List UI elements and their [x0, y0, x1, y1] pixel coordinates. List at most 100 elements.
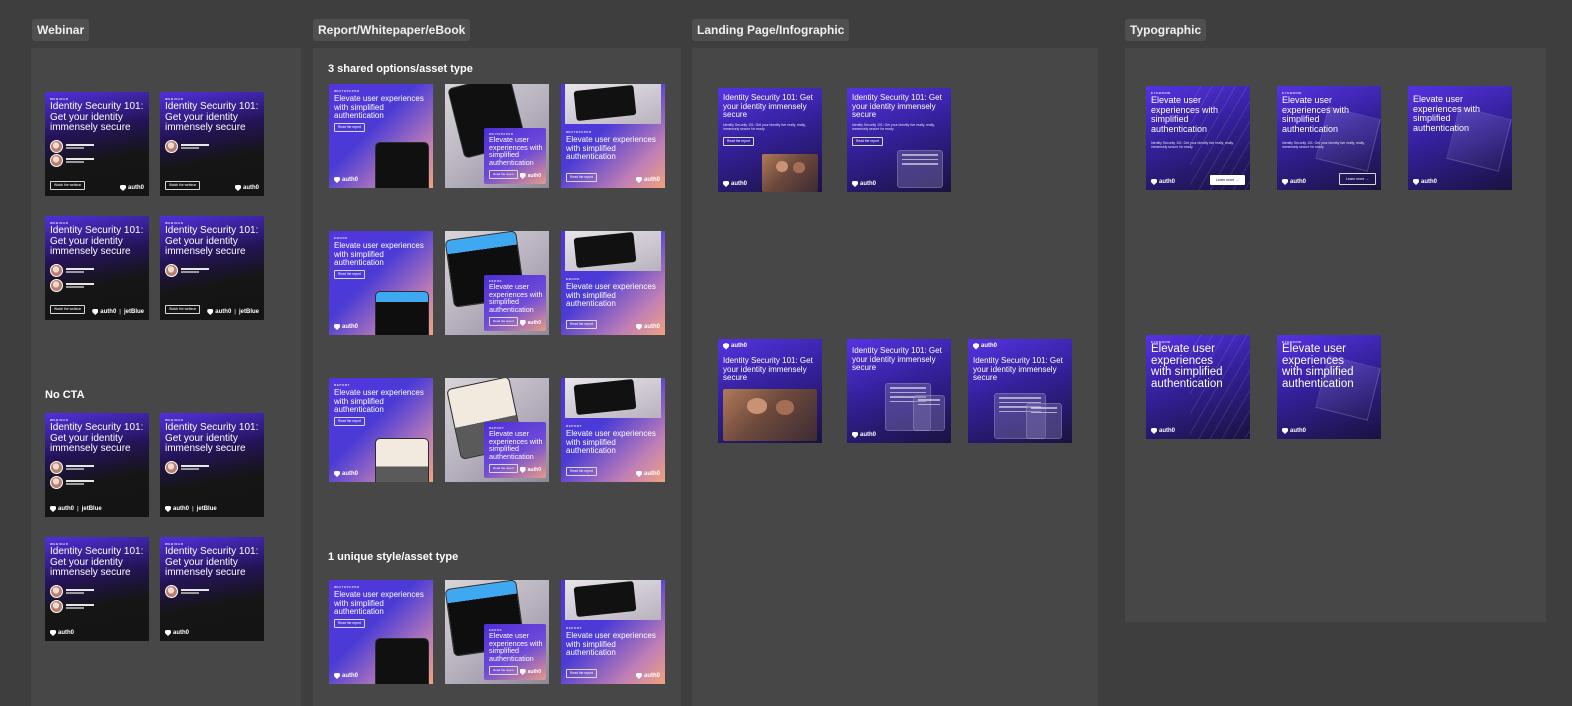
section-label-webinar[interactable]: Webinar — [32, 19, 90, 41]
cta-button[interactable]: Read the report — [566, 173, 597, 182]
ad-body-text: Identity Security 101: Get your identity… — [1151, 141, 1234, 150]
landing-ad-ui-cta[interactable]: Identity Security 101: Get your identity… — [847, 88, 951, 192]
landing-ad-photo-cta[interactable]: Identity Security 101: Get your identity… — [718, 88, 822, 192]
unique-style-heading: 1 unique style/asset type — [328, 551, 459, 563]
shield-icon — [119, 184, 126, 191]
section-label-report[interactable]: Report/Whitepaper/eBook — [313, 19, 471, 41]
avatar — [50, 154, 63, 167]
auth0-logo: auth0 — [50, 629, 74, 636]
webinar-ad-no-cta-one[interactable]: WEBINAR Identity Security 101: Get your … — [160, 537, 264, 641]
report-ad-gradient[interactable]: REPORT Elevate user experiences with sim… — [329, 378, 433, 482]
unique-ebook-ad[interactable]: EBOOK Elevate user experiences with simp… — [445, 580, 549, 684]
ad-eyebrow: WHITEPAPER — [334, 585, 360, 589]
speaker-1 — [165, 585, 209, 598]
ad-headline: Identity Security 101: Get your identity… — [852, 346, 942, 373]
cta-button[interactable]: Watch the webinar — [165, 181, 201, 190]
device-photo — [565, 84, 661, 124]
ad-headline: Elevate user experiences with simplified… — [334, 94, 424, 121]
cobrand-logos: auth0 | jetBlue — [165, 505, 217, 512]
webinar-ad-no-cta-cobrand-one[interactable]: WEBINAR Identity Security 101: Get your … — [160, 413, 264, 517]
typographic-ad-body-white-cta[interactable]: EYEBROW Elevate user experiences with si… — [1146, 86, 1250, 190]
report-ad-photo[interactable]: REPORT Elevate user experiences with sim… — [445, 378, 549, 482]
cta-button[interactable]: Read the report — [489, 464, 518, 473]
landing-ad-photo[interactable]: auth0 Identity Security 101: Get your id… — [718, 339, 822, 443]
webinar-ad-cobrand-two-speakers[interactable]: WEBINAR Identity Security 101: Get your … — [45, 216, 149, 320]
ebook-ad-photo[interactable]: EBOOK Elevate user experiences with simp… — [445, 231, 549, 335]
whitepaper-ad-gradient[interactable]: WHITEPAPER Elevate user experiences with… — [329, 84, 433, 188]
speaker-1 — [50, 264, 94, 277]
cta-button[interactable]: Read the report — [334, 123, 365, 132]
typographic-ad-large-glass[interactable]: EYEBROW Elevate user experiences with si… — [1277, 335, 1381, 439]
cta-button[interactable]: Read the report — [334, 417, 365, 426]
avatar — [50, 140, 63, 153]
auth0-logo: auth0 — [519, 668, 541, 675]
unique-whitepaper-ad[interactable]: WHITEPAPER Elevate user experiences with… — [329, 580, 433, 684]
cta-button[interactable]: Read the report — [489, 317, 518, 326]
cta-button[interactable]: Read the report — [566, 467, 597, 476]
section-label-landing[interactable]: Landing Page/Infographic — [692, 19, 850, 41]
auth0-logo: auth0 — [334, 672, 358, 679]
cta-button[interactable]: Read the report — [334, 270, 365, 279]
ad-headline: Elevate user experiences with simplified… — [489, 631, 543, 663]
ui-mockup-secondary — [913, 395, 945, 431]
ui-mockup — [897, 150, 943, 188]
ebook-ad-gradient[interactable]: EBOOK Elevate user experiences with simp… — [329, 231, 433, 335]
auth0-logo: auth0 — [519, 319, 541, 326]
partner-logo: jetBlue — [81, 505, 102, 512]
auth0-logo: auth0 — [334, 470, 358, 477]
cta-button[interactable]: Read the report — [566, 669, 597, 678]
ad-headline: Elevate user experiences with simplified… — [489, 282, 543, 314]
shield-icon — [165, 505, 171, 512]
cta-button[interactable]: Watch the webinar — [50, 181, 86, 190]
cta-button[interactable]: Read the report — [489, 666, 518, 675]
ad-eyebrow: REPORT — [566, 424, 583, 428]
typographic-ad-large-stripes[interactable]: EYEBROW Elevate user experiences with si… — [1146, 335, 1250, 439]
landing-ad-ui-right[interactable]: auth0 Identity Security 101: Get your id… — [968, 339, 1072, 443]
webinar-ad-two-speakers[interactable]: WEBINAR Identity Security 101: Get your … — [45, 92, 149, 196]
shield-icon — [519, 172, 526, 179]
report-ad-split[interactable]: REPORT Elevate user experiences with sim… — [561, 378, 665, 482]
webinar-ad-no-cta-two[interactable]: WEBINAR Identity Security 101: Get your … — [45, 537, 149, 641]
shield-icon — [1413, 178, 1419, 185]
cta-button[interactable]: Read the report — [566, 320, 597, 329]
ebook-ad-split[interactable]: EBOOK Elevate user experiences with simp… — [561, 231, 665, 335]
ad-headline: Elevate user experiences with simplified… — [1151, 95, 1219, 134]
auth0-logo: auth0 — [119, 184, 144, 191]
auth0-logo: auth0 — [1413, 178, 1437, 185]
ad-headline: Identity Security 101: Get your identity… — [165, 422, 259, 454]
webinar-ad-cobrand-one-speaker[interactable]: WEBINAR Identity Security 101: Get your … — [160, 216, 264, 320]
ad-headline: Identity Security 101: Get your identity… — [50, 225, 144, 257]
webinar-ad-no-cta-cobrand-two[interactable]: WEBINAR Identity Security 101: Get your … — [45, 413, 149, 517]
whitepaper-ad-split[interactable]: WHITEPAPER Elevate user experiences with… — [561, 84, 665, 188]
auth0-logo: auth0 — [1151, 427, 1175, 434]
landing-ad-ui-left[interactable]: Identity Security 101: Get your identity… — [847, 339, 951, 443]
cta-button[interactable]: Read the report — [723, 137, 754, 146]
cta-button[interactable]: Read the report — [489, 170, 518, 179]
auth0-logo: auth0 — [852, 180, 876, 187]
ebook-cover-mockup — [375, 291, 429, 335]
typographic-ad-headline-only[interactable]: Elevate user experiences with simplified… — [1408, 86, 1512, 190]
tablet-mockup — [375, 142, 429, 188]
learn-more-button[interactable]: Learn more → — [1339, 173, 1376, 185]
cta-button[interactable]: Read the report — [852, 137, 883, 146]
cobrand-logos: auth0 | jetBlue — [207, 308, 259, 315]
typographic-ad-body-outline-cta[interactable]: EYEBROW Elevate user experiences with si… — [1277, 86, 1381, 190]
whitepaper-ad-photo[interactable]: WHITEPAPER Elevate user experiences with… — [445, 84, 549, 188]
shield-icon — [1151, 427, 1157, 434]
webinar-ad-one-speaker[interactable]: WEBINAR Identity Security 101: Get your … — [160, 92, 264, 196]
auth0-logo-top: auth0 — [973, 343, 997, 350]
auth0-logo: auth0 — [519, 172, 541, 179]
cta-button[interactable]: Watch the webinar — [50, 305, 86, 314]
ad-headline: Elevate user experiences with simplified… — [566, 429, 656, 456]
auth0-logo: auth0 — [852, 431, 876, 438]
cta-button[interactable]: Watch the webinar — [165, 305, 201, 314]
device-photo — [565, 580, 661, 620]
cta-button[interactable]: Read the report — [334, 619, 365, 628]
learn-more-button[interactable]: Learn more → — [1210, 175, 1245, 185]
auth0-logo: auth0 — [1282, 178, 1306, 185]
section-label-typographic[interactable]: Typographic — [1125, 19, 1207, 41]
unique-report-ad[interactable]: REPORT Elevate user experiences with sim… — [561, 580, 665, 684]
shield-icon — [1151, 178, 1157, 185]
report-cover-mockup — [375, 438, 429, 482]
speaker-1 — [165, 140, 209, 153]
